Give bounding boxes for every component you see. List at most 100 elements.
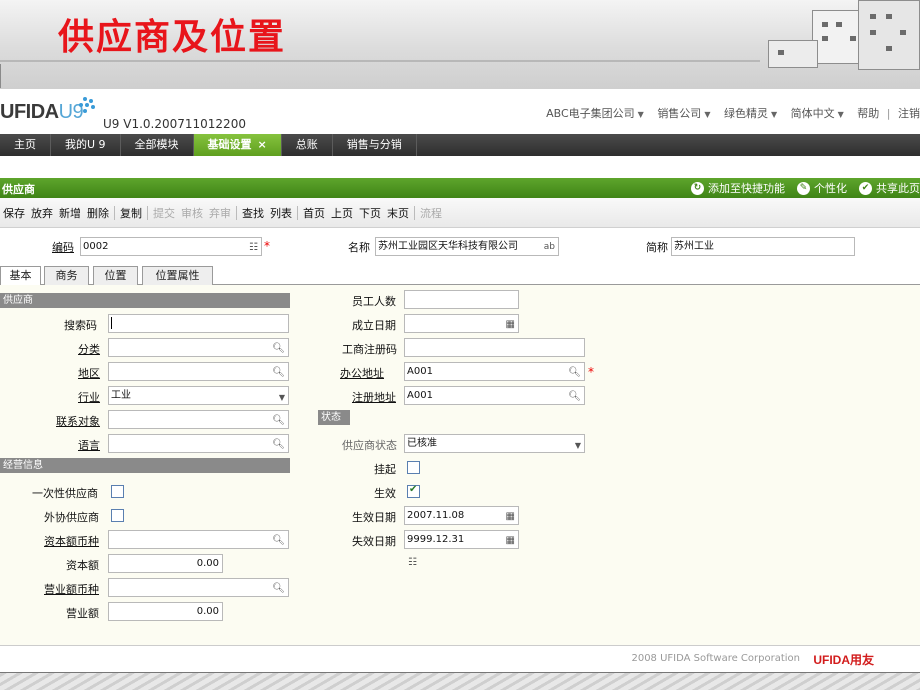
personalize-label: 个性化 — [814, 182, 847, 195]
language-field[interactable]: 🔍︎ — [108, 434, 289, 453]
search-icon[interactable]: 🔍︎ — [272, 364, 285, 380]
tab-bar: 基本 商务 位置 位置属性 — [0, 264, 920, 286]
toolbar-divider — [414, 205, 415, 220]
chevron-down-icon: ▼ — [770, 110, 778, 119]
effective-date-field[interactable]: 2007.11.08 ▦ — [404, 506, 519, 525]
registered-address-value: A001 — [407, 390, 433, 401]
search-icon[interactable]: 🔍︎ — [272, 412, 285, 428]
employees-input[interactable] — [404, 290, 519, 309]
search-icon[interactable]: 🔍︎ — [568, 364, 581, 380]
language-selector[interactable]: 简体中文 — [791, 107, 835, 120]
tab-location-attributes[interactable]: 位置属性 — [142, 266, 213, 285]
chevron-down-icon: ▼ — [637, 110, 644, 119]
industry-select[interactable]: 工业 ▼ — [108, 386, 289, 405]
last-page-button[interactable]: 末页 — [384, 205, 412, 221]
copy-button[interactable]: 复制 — [117, 205, 145, 221]
unapprove-button[interactable]: 弃审 — [206, 205, 234, 221]
discard-button[interactable]: 放弃 — [28, 205, 56, 221]
nav-general-ledger[interactable]: 总账 — [282, 134, 333, 156]
code-value: 0002 — [83, 241, 109, 252]
company-selector[interactable]: ABC电子集团公司 — [546, 107, 635, 120]
help-link[interactable]: 帮助 — [857, 107, 879, 120]
delete-button[interactable]: 删除 — [84, 205, 112, 221]
code-field[interactable]: 0002 ☷ — [80, 237, 262, 256]
nav-home[interactable]: 主页 — [0, 134, 51, 156]
workflow-button[interactable]: 流程 — [417, 205, 445, 221]
ufida-logo[interactable]: UFIDAU9 — [0, 101, 84, 124]
find-button[interactable]: 查找 — [239, 205, 267, 221]
registered-address-field[interactable]: A001 🔍︎ — [404, 386, 585, 405]
submit-button[interactable]: 提交 — [150, 205, 178, 221]
tab-basic[interactable]: 基本 — [0, 266, 41, 286]
search-icon[interactable]: 🔍︎ — [568, 388, 581, 404]
revenue-currency-field[interactable]: 🔍︎ — [108, 578, 289, 597]
multilang-icon[interactable]: ab — [544, 239, 555, 255]
calendar-icon[interactable]: ▦ — [506, 532, 515, 548]
theme-selector[interactable]: 绿色精灵 — [724, 107, 768, 120]
office-address-field[interactable]: A001 🔍︎ — [404, 362, 585, 381]
version-label: U9 V1.0.200711012200 — [103, 117, 246, 131]
code-rule-icon[interactable]: ☷ — [249, 239, 258, 255]
search-icon[interactable]: 🔍︎ — [272, 436, 285, 452]
effective-checkbox[interactable] — [407, 484, 420, 498]
nav-sales-distribution[interactable]: 销售与分销 — [333, 134, 417, 156]
tab-commerce[interactable]: 商务 — [44, 266, 89, 285]
header-base — [0, 64, 920, 88]
prev-page-button[interactable]: 上页 — [328, 205, 356, 221]
org-selector[interactable]: 销售公司 — [657, 107, 701, 120]
share-page-button[interactable]: ✔ 共享此页 — [859, 180, 920, 196]
suspend-label: 挂起 — [374, 463, 396, 476]
established-label: 成立日期 — [352, 319, 396, 332]
search-code-input[interactable] — [108, 314, 289, 333]
personalize-button[interactable]: ✎ 个性化 — [797, 180, 847, 196]
list-button[interactable]: 列表 — [267, 205, 295, 221]
capital-currency-field[interactable]: 🔍︎ — [108, 530, 289, 549]
outsourced-checkbox[interactable] — [111, 509, 124, 522]
capital-currency-label: 资本额币种 — [44, 535, 99, 548]
region-field[interactable]: 🔍︎ — [108, 362, 289, 381]
supplier-status-value: 已核准 — [407, 438, 437, 449]
category-field[interactable]: 🔍︎ — [108, 338, 289, 357]
capital-input[interactable]: 0.00 — [108, 554, 223, 573]
chevron-down-icon: ▼ — [574, 441, 581, 450]
search-icon[interactable]: 🔍︎ — [272, 532, 285, 548]
footer-decoration — [0, 672, 920, 690]
approve-button[interactable]: 审核 — [178, 205, 206, 221]
one-time-checkbox[interactable] — [111, 485, 124, 498]
code-label: 编码 — [52, 241, 74, 254]
short-name-field[interactable]: 苏州工业 — [671, 237, 855, 256]
calendar-icon[interactable]: ▦ — [506, 508, 515, 524]
nav-basic-settings[interactable]: 基础设置 × — [193, 134, 282, 156]
nav-my-u9[interactable]: 我的U 9 — [51, 134, 121, 156]
form-actions: ↻ 添加至快捷功能 ✎ 个性化 ✔ 共享此页 — [679, 180, 920, 196]
effective-date-value: 2007.11.08 — [407, 510, 465, 521]
revenue-input[interactable]: 0.00 — [108, 602, 223, 621]
nav-all-modules[interactable]: 全部模块 — [121, 134, 194, 156]
established-date-field[interactable]: ▦ — [404, 314, 519, 333]
new-button[interactable]: 新增 — [56, 205, 84, 221]
first-page-button[interactable]: 首页 — [300, 205, 328, 221]
calendar-icon[interactable]: ▦ — [506, 316, 515, 332]
section-supplier: 供应商 — [0, 293, 290, 308]
supplier-status-select[interactable]: 已核准 ▼ — [404, 434, 585, 453]
suspend-checkbox[interactable] — [407, 461, 420, 474]
save-button[interactable]: 保存 — [0, 205, 28, 221]
logout-link[interactable]: 注销 — [898, 107, 920, 120]
contact-field[interactable]: 🔍︎ — [108, 410, 289, 429]
list-settings-icon[interactable]: ☷ — [408, 557, 417, 568]
name-field[interactable]: 苏州工业园区天华科技有限公司 ab — [375, 237, 559, 256]
toolbar-divider — [236, 205, 237, 220]
search-icon[interactable]: 🔍︎ — [272, 580, 285, 596]
reg-no-input[interactable] — [404, 338, 585, 357]
add-shortcut-button[interactable]: ↻ 添加至快捷功能 — [691, 180, 785, 196]
search-icon[interactable]: 🔍︎ — [272, 340, 285, 356]
header-divider — [0, 60, 760, 62]
next-page-button[interactable]: 下页 — [356, 205, 384, 221]
reg-no-label: 工商注册码 — [342, 343, 397, 356]
supplier-status-label: 供应商状态 — [342, 439, 397, 452]
chevron-down-icon: ▼ — [278, 393, 285, 402]
office-address-value: A001 — [407, 366, 433, 377]
close-icon[interactable]: × — [258, 138, 267, 151]
expiry-date-field[interactable]: 9999.12.31 ▦ — [404, 530, 519, 549]
tab-location[interactable]: 位置 — [93, 266, 138, 285]
